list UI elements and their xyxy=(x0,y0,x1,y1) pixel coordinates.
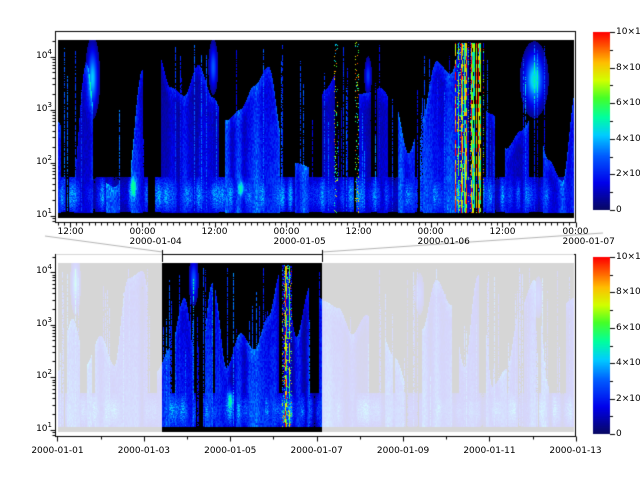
y-tick-label: 104 xyxy=(22,266,52,276)
x-tick-label: 2000-01-11 xyxy=(463,446,515,456)
x-tick-label: 12:00 xyxy=(490,227,516,237)
x-tick-label: 12:00 xyxy=(58,227,84,237)
x-tick-label: 00:00 xyxy=(418,227,444,237)
colorbar-tick-label: 0 xyxy=(616,429,622,439)
spectrogram-figure: 101102103104 12:0000:002000-01-0412:0000… xyxy=(0,0,640,480)
colorbar-tick-label: 8×107 xyxy=(616,63,640,73)
y-tick-label: 102 xyxy=(22,157,52,167)
colorbar-tick-label: 8×107 xyxy=(616,287,640,297)
colorbar-tick-label: 2×107 xyxy=(616,169,640,179)
x-tick-label: 2000-01-05 xyxy=(204,446,256,456)
x-tick-label: 00:00 xyxy=(563,227,589,237)
y-tick-label: 104 xyxy=(22,51,52,61)
y-tick-label: 101 xyxy=(22,424,52,434)
detail-plot-area xyxy=(58,40,574,218)
y-tick-label: 103 xyxy=(22,104,52,114)
colorbar-tick-label: 4×107 xyxy=(616,134,640,144)
x-tick-label: 12:00 xyxy=(346,227,372,237)
x-tick-label: 2000-01-03 xyxy=(118,446,170,456)
colorbar-tick-label: 2×107 xyxy=(616,394,640,404)
x-tick-date-label: 2000-01-04 xyxy=(129,237,181,247)
x-tick-date-label: 2000-01-06 xyxy=(418,237,470,247)
colorbar-tick-label: 10×107 xyxy=(616,27,640,37)
colorbar-tick-label: 6×107 xyxy=(616,323,640,333)
x-tick-label: 2000-01-07 xyxy=(291,446,343,456)
colorbar-tick-label: 10×107 xyxy=(616,252,640,262)
x-tick-label: 2000-01-09 xyxy=(377,446,429,456)
colorbar-tick-label: 6×107 xyxy=(616,98,640,108)
overview-highlight-region[interactable] xyxy=(162,254,322,432)
x-tick-label: 00:00 xyxy=(274,227,300,237)
x-tick-label: 2000-01-13 xyxy=(549,446,601,456)
x-tick-label: 12:00 xyxy=(202,227,228,237)
x-tick-label: 2000-01-01 xyxy=(31,446,83,456)
y-tick-label: 102 xyxy=(22,371,52,381)
colorbar-tick-label: 0 xyxy=(616,205,622,215)
x-tick-date-label: 2000-01-05 xyxy=(273,237,325,247)
colorbar-tick-label: 4×107 xyxy=(616,358,640,368)
y-tick-label: 101 xyxy=(22,210,52,220)
x-tick-date-label: 2000-01-07 xyxy=(563,237,615,247)
y-tick-label: 103 xyxy=(22,319,52,329)
x-tick-label: 00:00 xyxy=(130,227,156,237)
